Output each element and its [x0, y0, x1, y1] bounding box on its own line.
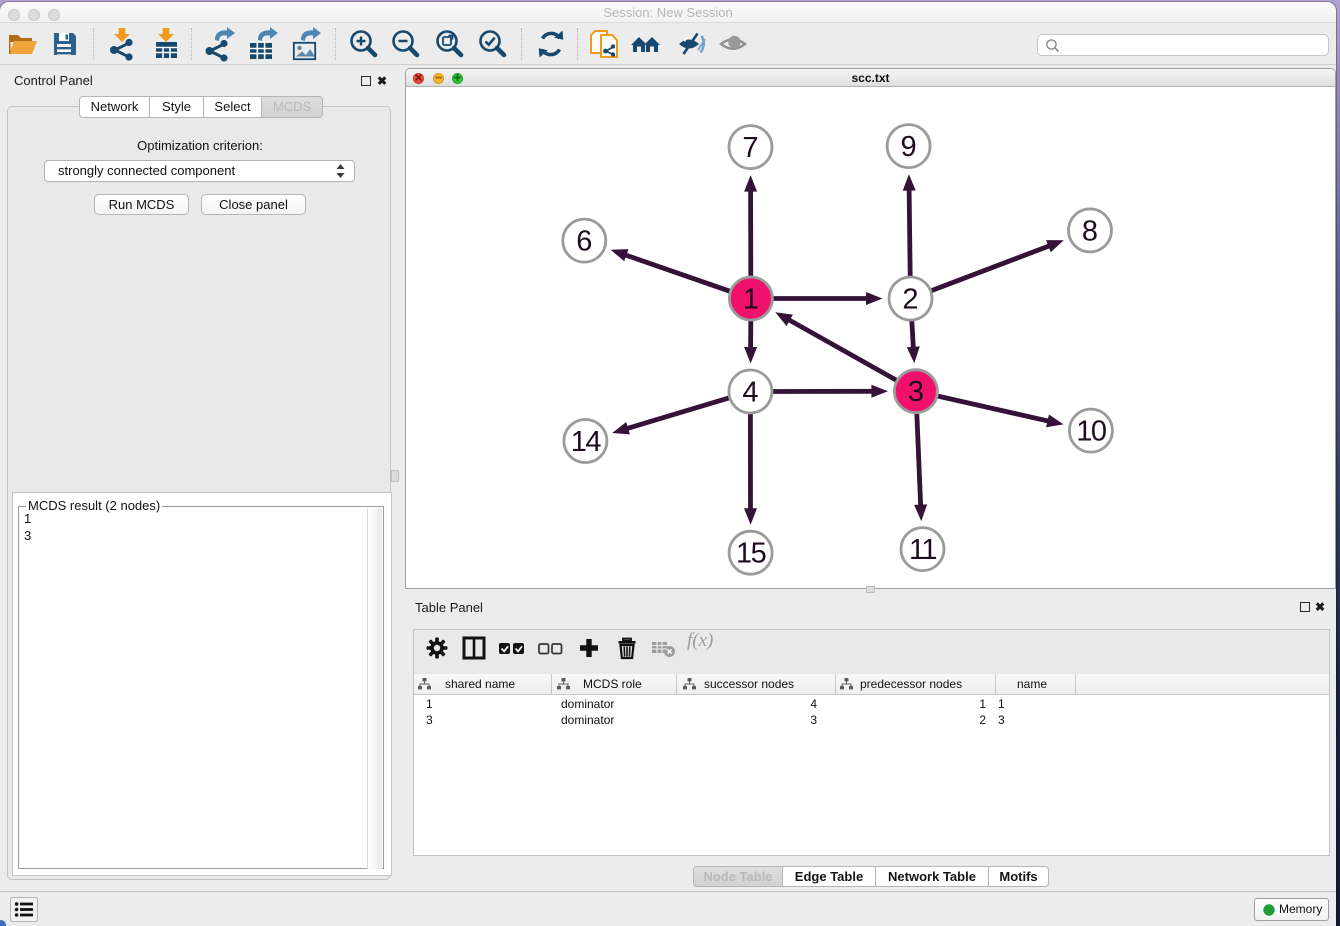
svg-text:3: 3 [908, 376, 924, 408]
svg-text:9: 9 [901, 131, 917, 163]
svg-text:14: 14 [571, 426, 602, 458]
svg-text:1: 1 [743, 284, 759, 316]
svg-text:6: 6 [576, 226, 592, 258]
svg-text:11: 11 [909, 534, 936, 566]
svg-text:4: 4 [742, 377, 758, 409]
svg-text:7: 7 [742, 132, 758, 164]
svg-text:2: 2 [902, 284, 918, 316]
svg-text:15: 15 [736, 538, 766, 570]
svg-text:10: 10 [1076, 416, 1106, 448]
svg-text:8: 8 [1082, 215, 1098, 247]
